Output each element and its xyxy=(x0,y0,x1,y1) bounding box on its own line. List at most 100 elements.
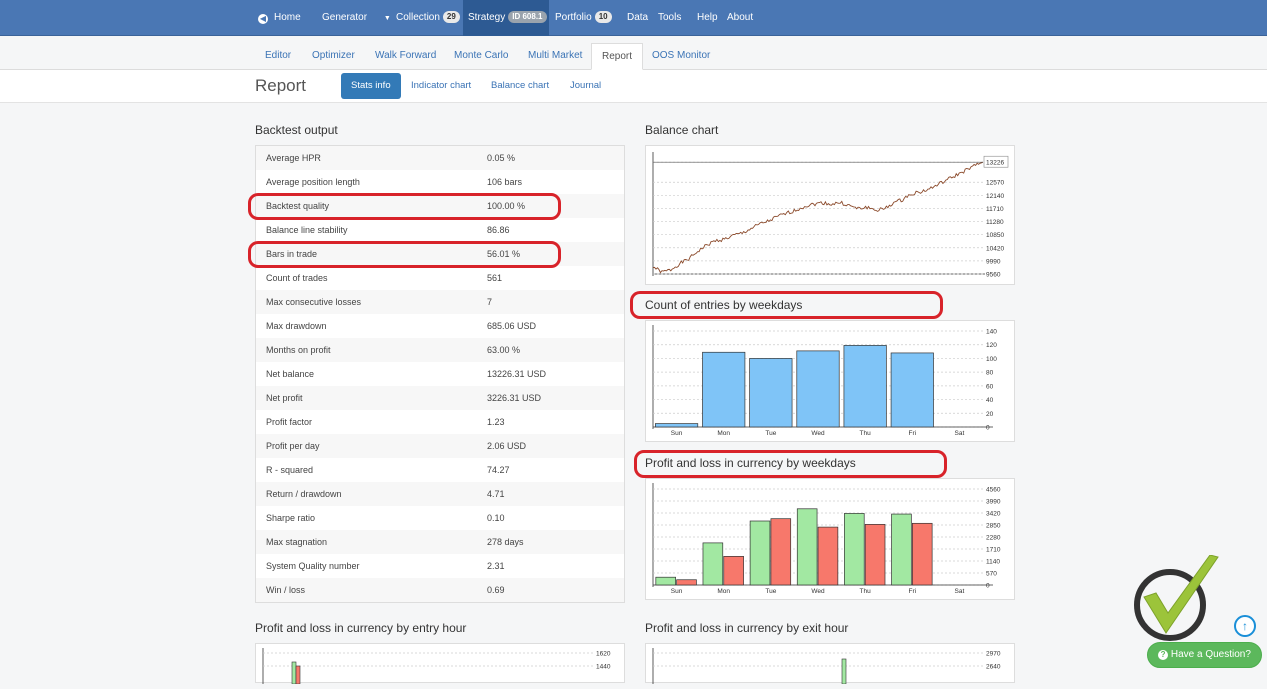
nav-collection[interactable]: Collection 29 xyxy=(396,0,460,36)
pill-balance-chart[interactable]: Balance chart xyxy=(481,73,559,99)
home-icon: ◀ xyxy=(258,14,268,24)
pill-indicator-chart[interactable]: Indicator chart xyxy=(401,73,481,99)
stat-row: Balance line stability 86.86 xyxy=(256,218,624,242)
pl-weekday-xtick-label: Fri xyxy=(908,588,916,595)
tab-report[interactable]: Report xyxy=(591,43,644,70)
nav-tools[interactable]: Tools xyxy=(658,0,681,36)
entry-hour-bar xyxy=(291,661,297,685)
stat-label: Profit per day xyxy=(266,441,320,451)
balance-ytick-label: 9560 xyxy=(986,272,1001,279)
pl-weekday-bar xyxy=(676,579,697,586)
collection-count-badge: 29 xyxy=(442,11,460,23)
backtest-stats-table: Average HPR 0.05 % Average position length… xyxy=(255,145,625,603)
pl-weekday-xtick-label: Tue xyxy=(765,588,776,595)
pl-weekdays-chart: 0 570 1140 1710 2280 2850 3420 3990 4560 Sun Mon Tu… xyxy=(652,483,1001,595)
tab-oos-monitor[interactable]: OOS Monitor xyxy=(642,43,720,70)
stat-row: R - squared 74.27 xyxy=(256,458,624,482)
tab-walk-forward[interactable]: Walk Forward xyxy=(365,43,446,70)
pl-entry-hour-chart: 1440 1620 xyxy=(262,648,611,685)
nav-data[interactable]: Data xyxy=(627,0,648,36)
stat-value: 4.71 xyxy=(487,489,505,499)
stat-row: Win / loss 0.69 xyxy=(256,578,624,602)
stat-row: Count of trades 561 xyxy=(256,266,624,290)
report-toolbar: Report Stats info Indicator chart Balanc… xyxy=(0,70,1267,103)
have-a-question-button[interactable]: ? Have a Question? xyxy=(1147,642,1262,668)
nav-generator[interactable]: Generator ▼ xyxy=(322,0,391,36)
tab-optimizer[interactable]: Optimizer xyxy=(302,43,365,70)
pl-exit-hour-panel: 2640 2970 xyxy=(645,643,1015,685)
tab-multi-market[interactable]: Multi Market xyxy=(518,43,592,70)
pill-stats-info[interactable]: Stats info xyxy=(341,73,401,99)
tab-monte-carlo[interactable]: Monte Carlo xyxy=(444,43,518,70)
pl-weekday-xtick-label: Sat xyxy=(955,588,965,595)
entries-ytick-label: 20 xyxy=(986,411,994,418)
page-title: Report xyxy=(255,76,307,95)
stat-value: 13226.31 USD xyxy=(487,369,547,379)
top-navbar: ◀ Home Generator ▼ Collection 29 Strategy I… xyxy=(0,0,1267,36)
stat-label: Backtest quality xyxy=(266,201,330,211)
balance-ytick-label: 10850 xyxy=(986,232,1004,239)
pl-weekday-bar xyxy=(864,524,886,586)
stat-row: Net balance 13226.31 USD xyxy=(256,362,624,386)
checkmark-logo xyxy=(1134,555,1219,641)
scroll-top-button[interactable]: ↑ xyxy=(1234,615,1256,637)
entries-xtick-label: Sat xyxy=(955,430,965,437)
stat-value: 278 days xyxy=(487,537,524,547)
stat-value: 63.00 % xyxy=(487,345,521,355)
portfolio-count-badge: 10 xyxy=(594,11,612,23)
pl-weekday-bar xyxy=(891,513,912,586)
stat-value: 86.86 xyxy=(487,225,510,235)
stat-label: Max stagnation xyxy=(266,537,328,547)
pl-exit-hour-title: Profit and loss in currency by exit hour xyxy=(645,621,849,635)
pl-weekday-xtick-label: Sun xyxy=(671,588,683,595)
pl-weekday-ytick-label: 1710 xyxy=(986,547,1001,554)
entries-xtick-label: Wed xyxy=(811,430,825,437)
stat-label: Profit factor xyxy=(266,417,313,427)
pl-weekday-bar xyxy=(702,542,724,586)
entries-xtick-label: Sun xyxy=(671,430,683,437)
pill-journal[interactable]: Journal xyxy=(560,73,611,99)
stat-value: 2.31 xyxy=(487,561,505,571)
stat-row: Profit per day 2.06 USD xyxy=(256,434,624,458)
pl-weekday-bar xyxy=(749,520,771,586)
pl-weekday-bar xyxy=(655,576,676,586)
pl-weekday-bar xyxy=(770,518,792,586)
tab-editor[interactable]: Editor xyxy=(255,43,301,70)
nav-portfolio[interactable]: Portfolio 10 xyxy=(555,0,612,36)
pl-entry-hour-panel: 1440 1620 xyxy=(255,643,625,685)
stat-label: Average HPR xyxy=(266,153,321,163)
balance-chart-panel: 9560 9990 10420 10850 11280 11710 12140 12570 13… xyxy=(645,145,1015,285)
entries-bar xyxy=(796,350,840,428)
pl-entry-hour-title: Profit and loss in currency by entry hou… xyxy=(255,621,467,635)
stat-label: Return / drawdown xyxy=(266,489,342,499)
stat-label: Balance line stability xyxy=(266,225,348,235)
stat-row: Backtest quality 100.00 % xyxy=(256,194,624,218)
balance-ytick-label: 9990 xyxy=(986,258,1001,265)
entries-ytick-label: 40 xyxy=(986,397,994,404)
stat-value: 56.01 % xyxy=(487,249,521,259)
pl-weekday-ytick-label: 570 xyxy=(986,571,997,578)
stat-label: R - squared xyxy=(266,465,314,475)
nav-help[interactable]: Help xyxy=(697,0,718,36)
entries-ytick-label: 0 xyxy=(986,425,990,432)
stat-value: 685.06 USD xyxy=(487,321,537,331)
stat-label: Sharpe ratio xyxy=(266,513,316,523)
pl-weekday-bar xyxy=(723,556,744,586)
stat-label: Months on profit xyxy=(266,345,331,355)
strategy-id-badge: ID 608.1 xyxy=(508,11,547,23)
nav-home[interactable]: ◀ Home xyxy=(258,0,301,36)
stat-label: Bars in trade xyxy=(266,249,318,259)
stat-value: 1.23 xyxy=(487,417,505,427)
nav-strategy[interactable]: Strategy ID 608.1 xyxy=(463,0,549,36)
stat-label: Net profit xyxy=(266,393,303,403)
entries-chart-title: Count of entries by weekdays xyxy=(645,298,803,312)
stat-label: Count of trades xyxy=(266,273,328,283)
pl-weekday-bar xyxy=(817,526,839,586)
stat-value: 0.10 xyxy=(487,513,505,523)
entries-ytick-label: 80 xyxy=(986,370,994,377)
nav-about[interactable]: About xyxy=(727,0,753,36)
backtest-output-title: Backtest output xyxy=(255,123,338,137)
stat-label: Max drawdown xyxy=(266,321,327,331)
entries-xtick-label: Mon xyxy=(717,430,730,437)
balance-ytick-label: 10420 xyxy=(986,245,1004,252)
